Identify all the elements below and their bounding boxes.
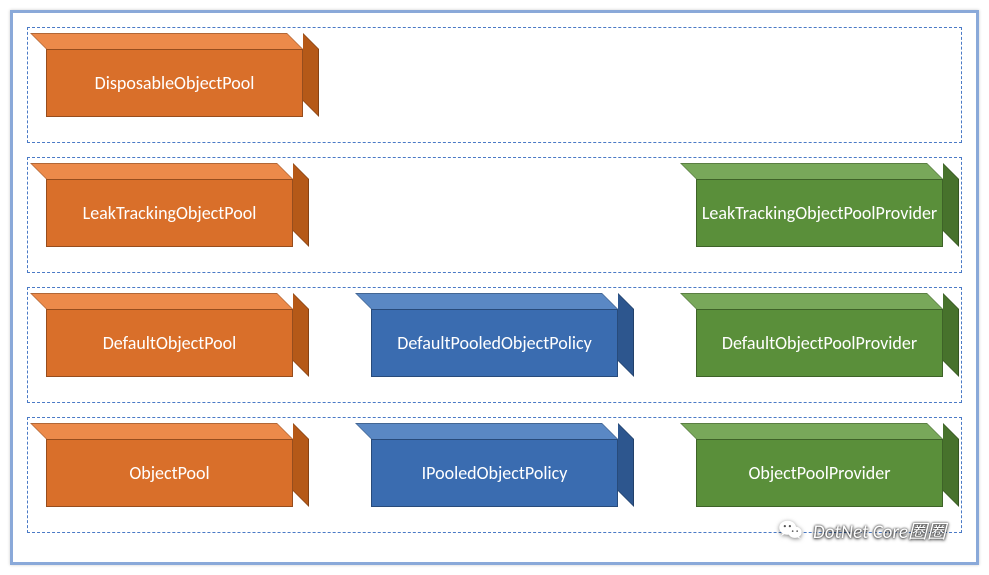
box-label: DefaultPooledObjectPolicy bbox=[397, 333, 591, 354]
box-right-face bbox=[293, 293, 309, 377]
class-box-ipooledobjectpolicy: IPooledObjectPolicy bbox=[371, 439, 618, 507]
box-front-face: LeakTrackingObjectPool bbox=[46, 179, 293, 247]
class-box-disposableobjectpool: DisposableObjectPool bbox=[46, 49, 303, 117]
box-top-face bbox=[30, 163, 293, 179]
diagram-row: DisposableObjectPool bbox=[27, 27, 962, 143]
class-box-objectpool: ObjectPool bbox=[46, 439, 293, 507]
box-right-face bbox=[943, 293, 959, 377]
box-top-face bbox=[355, 423, 618, 439]
class-box-leaktrackingobjectpoolprovider: LeakTrackingObjectPoolProvider bbox=[696, 179, 943, 247]
box-right-face bbox=[618, 423, 634, 507]
class-box-objectpoolprovider: ObjectPoolProvider bbox=[696, 439, 943, 507]
diagram-row: LeakTrackingObjectPool LeakTrackingObjec… bbox=[27, 157, 962, 273]
box-label: LeakTrackingObjectPoolProvider bbox=[702, 203, 937, 224]
box-front-face: LeakTrackingObjectPoolProvider bbox=[696, 179, 943, 247]
box-label: DisposableObjectPool bbox=[95, 73, 255, 94]
box-right-face bbox=[618, 293, 634, 377]
box-front-face: DefaultObjectPoolProvider bbox=[696, 309, 943, 377]
class-box-defaultpooledobjectpolicy: DefaultPooledObjectPolicy bbox=[371, 309, 618, 377]
box-front-face: IPooledObjectPolicy bbox=[371, 439, 618, 507]
box-right-face bbox=[943, 423, 959, 507]
class-box-leaktrackingobjectpool: LeakTrackingObjectPool bbox=[46, 179, 293, 247]
box-top-face bbox=[30, 33, 303, 49]
diagram-frame: DisposableObjectPool LeakTrackingObjectP… bbox=[10, 10, 979, 565]
box-label: DefaultObjectPoolProvider bbox=[722, 333, 917, 354]
box-top-face bbox=[30, 423, 293, 439]
box-top-face bbox=[355, 293, 618, 309]
box-right-face bbox=[293, 163, 309, 247]
box-front-face: DefaultObjectPool bbox=[46, 309, 293, 377]
diagram-row: ObjectPool IPooledObjectPolicy ObjectPoo… bbox=[27, 417, 962, 533]
box-top-face bbox=[680, 293, 943, 309]
box-front-face: DisposableObjectPool bbox=[46, 49, 303, 117]
box-right-face bbox=[293, 423, 309, 507]
box-front-face: DefaultPooledObjectPolicy bbox=[371, 309, 618, 377]
box-label: LeakTrackingObjectPool bbox=[83, 203, 257, 224]
box-right-face bbox=[303, 33, 319, 117]
box-label: IPooledObjectPolicy bbox=[422, 463, 568, 484]
box-label: ObjectPoolProvider bbox=[749, 463, 891, 484]
box-top-face bbox=[680, 423, 943, 439]
box-top-face bbox=[680, 163, 943, 179]
class-box-defaultobjectpoolprovider: DefaultObjectPoolProvider bbox=[696, 309, 943, 377]
box-top-face bbox=[30, 293, 293, 309]
class-box-defaultobjectpool: DefaultObjectPool bbox=[46, 309, 293, 377]
box-right-face bbox=[943, 163, 959, 247]
diagram-row: DefaultObjectPool DefaultPooledObjectPol… bbox=[27, 287, 962, 403]
box-front-face: ObjectPoolProvider bbox=[696, 439, 943, 507]
box-label: ObjectPool bbox=[129, 463, 209, 484]
box-label: DefaultObjectPool bbox=[103, 333, 237, 354]
box-front-face: ObjectPool bbox=[46, 439, 293, 507]
